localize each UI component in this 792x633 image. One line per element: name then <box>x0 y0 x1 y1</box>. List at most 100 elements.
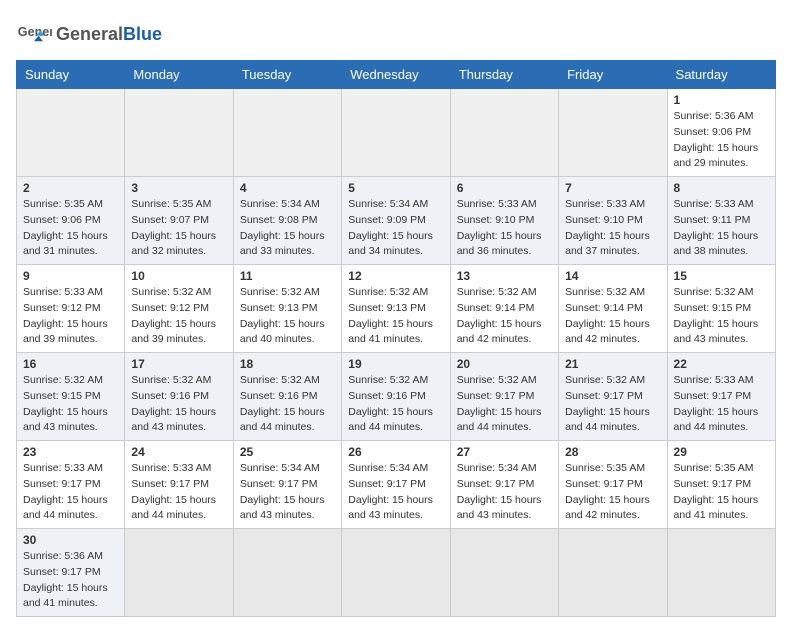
day-cell <box>125 89 233 177</box>
day-info: Sunrise: 5:32 AM Sunset: 9:14 PM Dayligh… <box>565 285 660 348</box>
day-info: Sunrise: 5:33 AM Sunset: 9:10 PM Dayligh… <box>457 197 552 260</box>
day-cell: 29Sunrise: 5:35 AM Sunset: 9:17 PM Dayli… <box>667 441 775 529</box>
day-number: 22 <box>674 357 769 371</box>
calendar-header: General GeneralBlue <box>16 16 776 52</box>
day-number: 15 <box>674 269 769 283</box>
day-number: 26 <box>348 445 443 459</box>
day-cell <box>667 529 775 617</box>
day-info: Sunrise: 5:32 AM Sunset: 9:14 PM Dayligh… <box>457 285 552 348</box>
day-cell <box>342 89 450 177</box>
day-number: 1 <box>674 93 769 107</box>
day-info: Sunrise: 5:36 AM Sunset: 9:06 PM Dayligh… <box>674 109 769 172</box>
day-info: Sunrise: 5:32 AM Sunset: 9:17 PM Dayligh… <box>565 373 660 436</box>
day-info: Sunrise: 5:32 AM Sunset: 9:12 PM Dayligh… <box>131 285 226 348</box>
day-cell: 10 Sunrise: 5:32 AM Sunset: 9:12 PM Dayli… <box>125 265 233 353</box>
day-info: Sunrise: 5:35 AM Sunset: 9:17 PM Dayligh… <box>565 461 660 524</box>
day-info: Sunrise: 5:33 AM Sunset: 9:17 PM Dayligh… <box>674 373 769 436</box>
day-info: Sunrise: 5:32 AM Sunset: 9:16 PM Dayligh… <box>348 373 443 436</box>
day-number: 4 <box>240 181 335 195</box>
day-cell <box>125 529 233 617</box>
week-row-0: 1 Sunrise: 5:36 AM Sunset: 9:06 PM Daylig… <box>17 89 776 177</box>
day-info: Sunrise: 5:32 AM Sunset: 9:15 PM Dayligh… <box>23 373 118 436</box>
day-info: Sunrise: 5:35 AM Sunset: 9:07 PM Dayligh… <box>131 197 226 260</box>
day-header-sunday: Sunday <box>17 61 125 89</box>
day-cell: 24 Sunrise: 5:33 AM Sunset: 9:17 PM Dayli… <box>125 441 233 529</box>
day-number: 24 <box>131 445 226 459</box>
day-number: 6 <box>457 181 552 195</box>
week-row-2: 9 Sunrise: 5:33 AM Sunset: 9:12 PM Daylig… <box>17 265 776 353</box>
day-number: 30 <box>23 533 118 547</box>
day-info: Sunrise: 5:32 AM Sunset: 9:15 PM Dayligh… <box>674 285 769 348</box>
week-row-3: 16 Sunrise: 5:32 AM Sunset: 9:15 PM Dayli… <box>17 353 776 441</box>
day-header-tuesday: Tuesday <box>233 61 341 89</box>
day-number: 8 <box>674 181 769 195</box>
day-cell: 11 Sunrise: 5:32 AM Sunset: 9:13 PM Dayli… <box>233 265 341 353</box>
day-info: Sunrise: 5:33 AM Sunset: 9:10 PM Dayligh… <box>565 197 660 260</box>
logo-text: GeneralBlue <box>56 24 162 45</box>
week-row-5: 30Sunrise: 5:36 AM Sunset: 9:17 PM Dayli… <box>17 529 776 617</box>
day-cell <box>450 89 558 177</box>
day-cell: 13 Sunrise: 5:32 AM Sunset: 9:14 PM Dayli… <box>450 265 558 353</box>
day-info: Sunrise: 5:35 AM Sunset: 9:06 PM Dayligh… <box>23 197 118 260</box>
day-cell <box>450 529 558 617</box>
day-number: 23 <box>23 445 118 459</box>
day-info: Sunrise: 5:32 AM Sunset: 9:16 PM Dayligh… <box>131 373 226 436</box>
day-cell: 30Sunrise: 5:36 AM Sunset: 9:17 PM Dayli… <box>17 529 125 617</box>
day-cell: 22 Sunrise: 5:33 AM Sunset: 9:17 PM Dayli… <box>667 353 775 441</box>
day-cell: 12 Sunrise: 5:32 AM Sunset: 9:13 PM Dayli… <box>342 265 450 353</box>
day-cell: 18Sunrise: 5:32 AM Sunset: 9:16 PM Dayli… <box>233 353 341 441</box>
day-cell: 21Sunrise: 5:32 AM Sunset: 9:17 PM Dayli… <box>559 353 667 441</box>
day-number: 14 <box>565 269 660 283</box>
week-row-4: 23 Sunrise: 5:33 AM Sunset: 9:17 PM Dayli… <box>17 441 776 529</box>
svg-text:General: General <box>18 25 52 39</box>
day-info: Sunrise: 5:32 AM Sunset: 9:13 PM Dayligh… <box>348 285 443 348</box>
day-number: 16 <box>23 357 118 371</box>
day-cell: 4Sunrise: 5:34 AM Sunset: 9:08 PM Daylig… <box>233 177 341 265</box>
day-number: 11 <box>240 269 335 283</box>
day-cell: 25Sunrise: 5:34 AM Sunset: 9:17 PM Dayli… <box>233 441 341 529</box>
logo-icon: General <box>16 16 52 52</box>
day-number: 10 <box>131 269 226 283</box>
day-number: 18 <box>240 357 335 371</box>
header-row: SundayMondayTuesdayWednesdayThursdayFrid… <box>17 61 776 89</box>
day-number: 17 <box>131 357 226 371</box>
day-cell: 19 Sunrise: 5:32 AM Sunset: 9:16 PM Dayli… <box>342 353 450 441</box>
day-info: Sunrise: 5:32 AM Sunset: 9:13 PM Dayligh… <box>240 285 335 348</box>
day-header-friday: Friday <box>559 61 667 89</box>
day-cell: 27 Sunrise: 5:34 AM Sunset: 9:17 PM Dayli… <box>450 441 558 529</box>
day-header-monday: Monday <box>125 61 233 89</box>
day-cell: 9 Sunrise: 5:33 AM Sunset: 9:12 PM Daylig… <box>17 265 125 353</box>
day-number: 12 <box>348 269 443 283</box>
day-number: 13 <box>457 269 552 283</box>
day-number: 28 <box>565 445 660 459</box>
day-number: 2 <box>23 181 118 195</box>
day-cell <box>233 529 341 617</box>
day-cell <box>559 529 667 617</box>
day-info: Sunrise: 5:34 AM Sunset: 9:17 PM Dayligh… <box>457 461 552 524</box>
day-number: 9 <box>23 269 118 283</box>
day-number: 29 <box>674 445 769 459</box>
day-info: Sunrise: 5:32 AM Sunset: 9:17 PM Dayligh… <box>457 373 552 436</box>
day-number: 20 <box>457 357 552 371</box>
day-cell <box>559 89 667 177</box>
day-info: Sunrise: 5:33 AM Sunset: 9:17 PM Dayligh… <box>131 461 226 524</box>
logo: General GeneralBlue <box>16 16 162 52</box>
day-cell: 14 Sunrise: 5:32 AM Sunset: 9:14 PM Dayli… <box>559 265 667 353</box>
day-cell: 6 Sunrise: 5:33 AM Sunset: 9:10 PM Daylig… <box>450 177 558 265</box>
day-cell: 3 Sunrise: 5:35 AM Sunset: 9:07 PM Daylig… <box>125 177 233 265</box>
day-info: Sunrise: 5:33 AM Sunset: 9:12 PM Dayligh… <box>23 285 118 348</box>
day-number: 7 <box>565 181 660 195</box>
week-row-1: 2 Sunrise: 5:35 AM Sunset: 9:06 PM Daylig… <box>17 177 776 265</box>
day-cell: 17 Sunrise: 5:32 AM Sunset: 9:16 PM Dayli… <box>125 353 233 441</box>
day-header-wednesday: Wednesday <box>342 61 450 89</box>
day-cell <box>17 89 125 177</box>
day-number: 27 <box>457 445 552 459</box>
day-info: Sunrise: 5:34 AM Sunset: 9:17 PM Dayligh… <box>348 461 443 524</box>
day-cell <box>233 89 341 177</box>
day-number: 5 <box>348 181 443 195</box>
calendar-table: SundayMondayTuesdayWednesdayThursdayFrid… <box>16 60 776 617</box>
day-cell: 2 Sunrise: 5:35 AM Sunset: 9:06 PM Daylig… <box>17 177 125 265</box>
day-header-saturday: Saturday <box>667 61 775 89</box>
day-number: 19 <box>348 357 443 371</box>
day-number: 3 <box>131 181 226 195</box>
